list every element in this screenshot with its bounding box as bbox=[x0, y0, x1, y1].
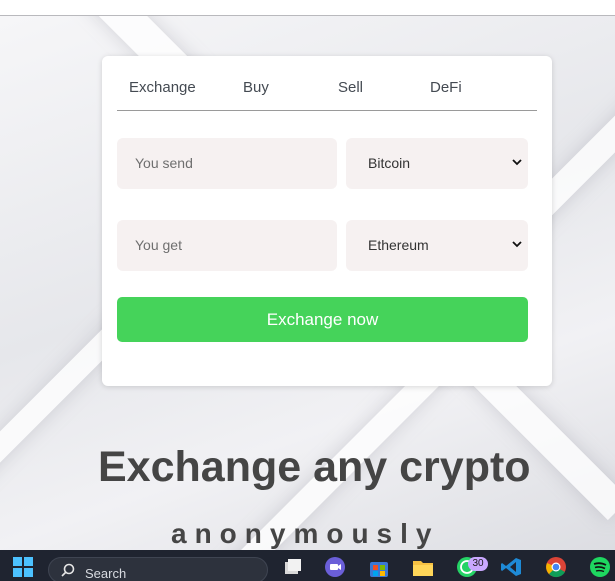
hero-subtitle: anonymously bbox=[171, 518, 440, 549]
search-icon bbox=[61, 563, 75, 577]
send-amount-input[interactable]: You send bbox=[117, 138, 337, 189]
chrome-icon[interactable] bbox=[545, 556, 567, 578]
task-view-icon[interactable] bbox=[282, 556, 304, 578]
get-amount-input[interactable]: You get bbox=[117, 220, 337, 271]
exchange-now-button[interactable]: Exchange now bbox=[117, 297, 528, 342]
search-label: Search bbox=[85, 566, 127, 581]
store-icon[interactable] bbox=[368, 556, 390, 578]
windows-start-icon[interactable] bbox=[12, 556, 34, 578]
chevron-down-icon bbox=[512, 241, 522, 248]
spotify-icon[interactable] bbox=[589, 556, 611, 578]
exchange-card: Exchange Buy Sell DeFi You send Bitcoin … bbox=[102, 56, 552, 386]
file-explorer-icon[interactable] bbox=[412, 556, 434, 578]
tab-buy[interactable]: Buy bbox=[243, 79, 269, 96]
tab-bar: Exchange Buy Sell DeFi bbox=[117, 56, 537, 111]
browser-top-edge bbox=[0, 0, 615, 16]
send-currency-select[interactable]: Bitcoin bbox=[346, 138, 528, 189]
hero-title: Exchange any crypto bbox=[98, 443, 531, 491]
taskbar: Search bbox=[0, 550, 615, 581]
vscode-icon[interactable] bbox=[500, 556, 522, 578]
get-currency-value: Ethereum bbox=[368, 237, 429, 253]
get-currency-select[interactable]: Ethereum bbox=[346, 220, 528, 271]
taskbar-search[interactable]: Search bbox=[48, 557, 268, 581]
chevron-down-icon bbox=[512, 159, 522, 166]
tab-exchange[interactable]: Exchange bbox=[129, 79, 196, 96]
teams-icon[interactable] bbox=[324, 556, 346, 578]
tab-sell[interactable]: Sell bbox=[338, 79, 363, 96]
send-currency-value: Bitcoin bbox=[368, 155, 411, 171]
tab-defi[interactable]: DeFi bbox=[430, 79, 462, 96]
whatsapp-notification-badge: 30 bbox=[468, 557, 488, 571]
